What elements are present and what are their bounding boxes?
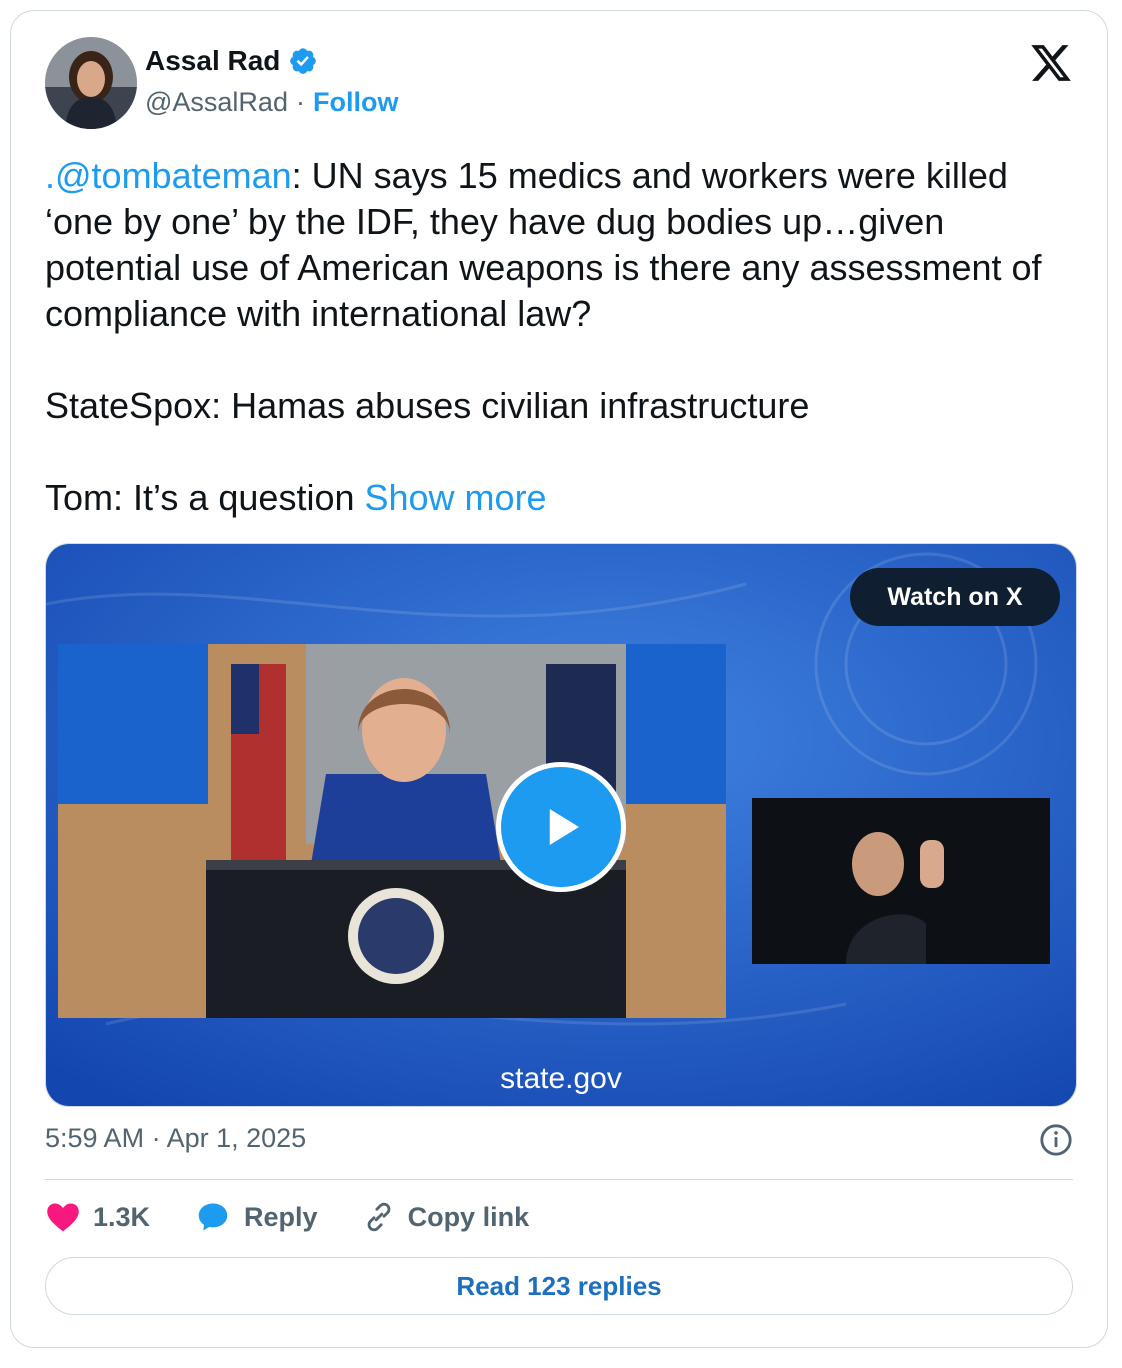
avatar[interactable]	[45, 37, 137, 129]
video-source-label: state.gov	[500, 1062, 622, 1095]
x-logo-icon[interactable]	[1029, 41, 1073, 85]
play-icon	[549, 809, 579, 845]
separator-dot: ·	[295, 87, 305, 117]
like-count: 1.3K	[93, 1201, 151, 1232]
like-button[interactable]: 1.3K	[45, 1199, 150, 1235]
copy-link-button[interactable]: Copy link	[362, 1200, 530, 1234]
read-replies-button[interactable]: Read 123 replies	[45, 1257, 1073, 1315]
watch-on-x-button[interactable]: Watch on X	[850, 568, 1060, 626]
reply-bubble-icon	[198, 1203, 228, 1231]
mention-link[interactable]: .@tombateman	[45, 155, 292, 196]
play-button[interactable]	[496, 762, 626, 892]
video-media[interactable]: Watch on X state.gov	[45, 543, 1077, 1107]
author-name-row: Assal Rad	[145, 45, 318, 77]
avatar-image	[45, 37, 137, 129]
link-icon	[367, 1202, 390, 1232]
show-more-link[interactable]: Show more	[365, 477, 547, 518]
copy-link-label: Copy link	[407, 1201, 530, 1232]
follow-button[interactable]: Follow	[313, 87, 398, 118]
author-handle-row: @AssalRad · Follow	[145, 87, 398, 118]
verified-badge-icon	[290, 48, 317, 74]
reply-label: Reply	[244, 1201, 318, 1232]
tweet-text: .@tombateman: UN says 15 medics and work…	[45, 153, 1075, 521]
info-icon[interactable]	[1039, 1123, 1073, 1157]
tweet-body: : UN says 15 medics and workers were kil…	[45, 155, 1042, 518]
heart-icon	[47, 1203, 79, 1232]
tweet-timestamp[interactable]: 5:59 AM · Apr 1, 2025	[45, 1123, 306, 1154]
divider	[45, 1179, 1073, 1180]
tweet-card: Assal Rad @AssalRad · Follow .@tombatema…	[10, 10, 1108, 1348]
reply-button[interactable]: Reply	[194, 1199, 318, 1235]
author-handle[interactable]: @AssalRad	[145, 87, 288, 118]
action-bar: 1.3K Reply Copy link	[45, 1199, 573, 1235]
author-name[interactable]: Assal Rad	[145, 45, 280, 77]
